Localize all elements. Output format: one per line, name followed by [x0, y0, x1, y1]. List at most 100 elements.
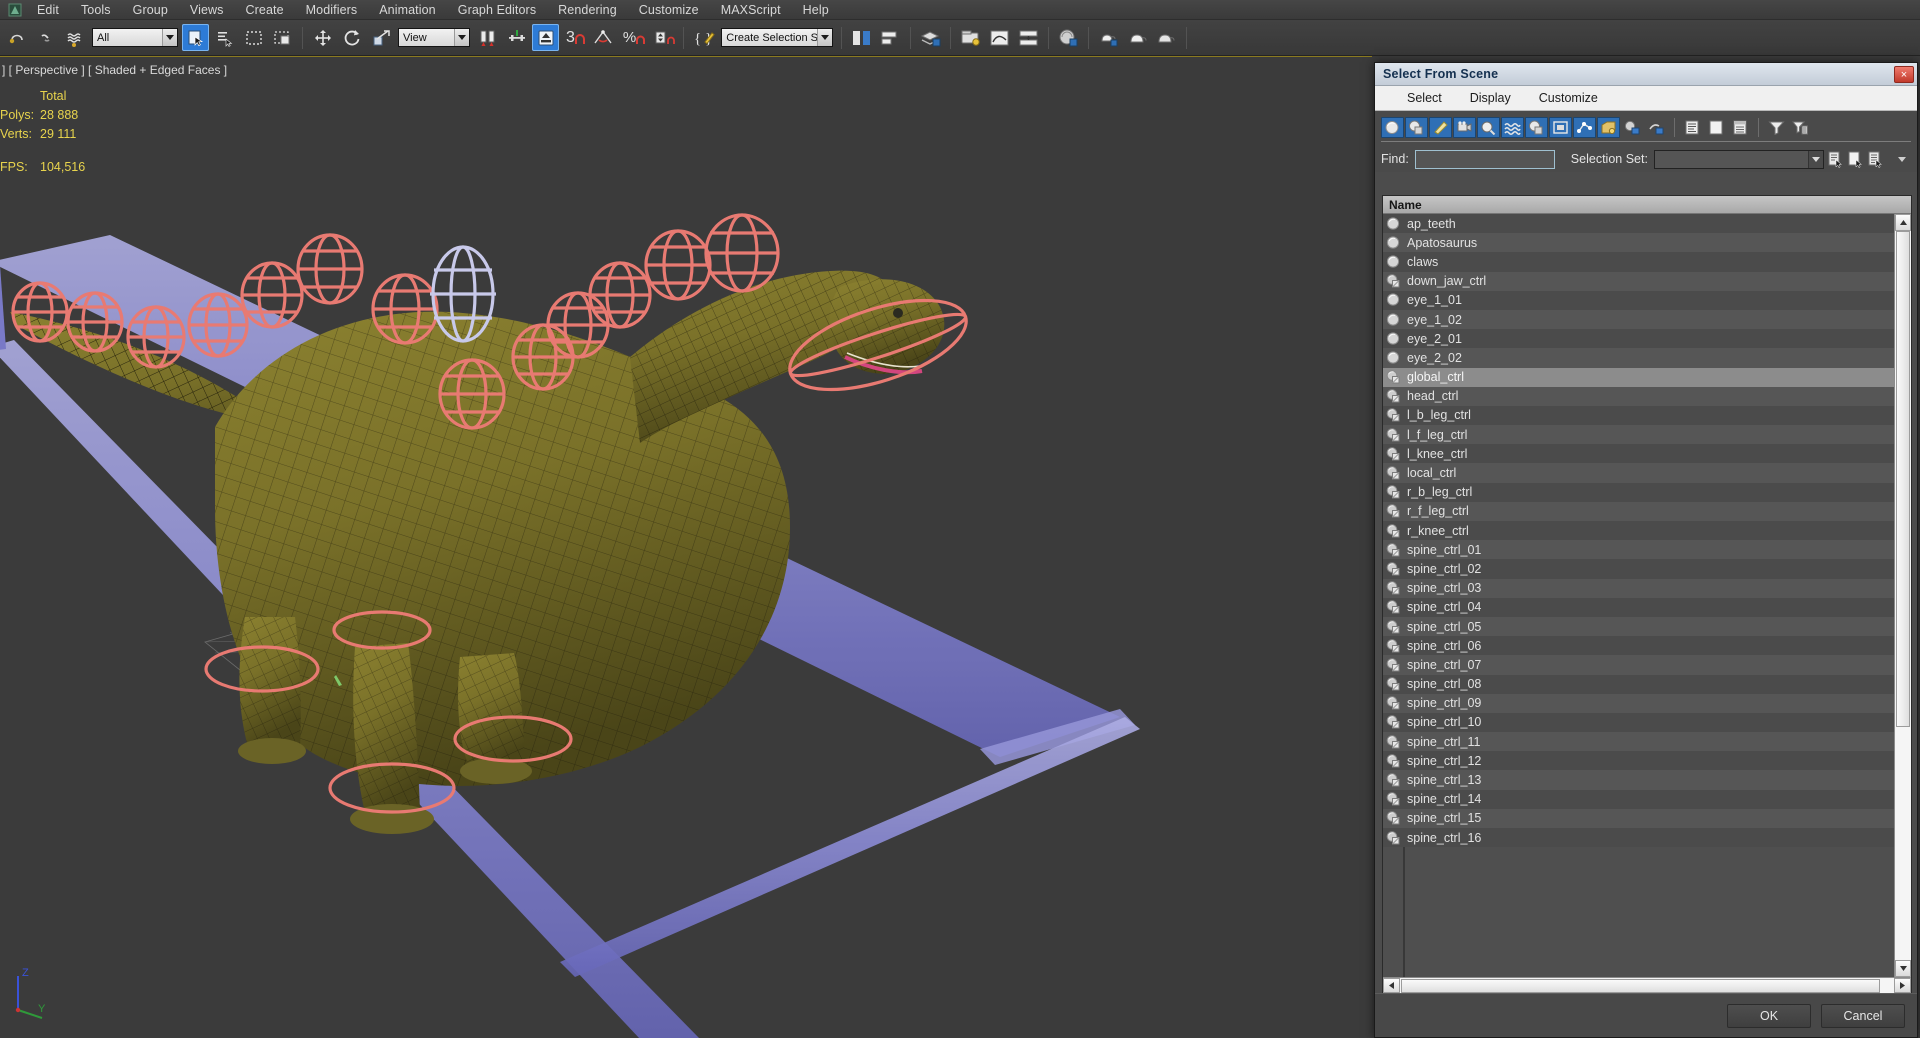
align-icon[interactable] [877, 24, 904, 51]
list-header[interactable]: Name [1383, 196, 1911, 214]
list-item[interactable]: eye_2_02 [1383, 348, 1894, 368]
menu-item[interactable]: Views [179, 0, 235, 20]
schematic-view-icon[interactable] [1015, 24, 1042, 51]
remove-selection-set-icon[interactable] [1847, 149, 1864, 170]
list-item[interactable]: head_ctrl [1383, 386, 1894, 406]
viewport-label[interactable]: ] [ Perspective ] [ Shaded + Edged Faces… [2, 63, 227, 77]
dialog-menu-item-display[interactable]: Display [1456, 91, 1525, 105]
scene-object-list[interactable]: Name ap_teeth Apatosaurus claws down_jaw_ct… [1382, 195, 1912, 995]
list-item[interactable]: down_jaw_ctrl [1383, 271, 1894, 291]
expand-all-icon[interactable] [1729, 117, 1752, 138]
list-item[interactable]: eye_1_01 [1383, 290, 1894, 310]
menu-item[interactable]: Edit [26, 0, 70, 20]
selection-filter-combo[interactable]: All [92, 28, 178, 47]
menu-item[interactable]: MAXScript [710, 0, 792, 20]
select-and-rotate-icon[interactable] [338, 24, 365, 51]
select-by-name-icon[interactable] [211, 24, 238, 51]
list-item[interactable]: spine_ctrl_09 [1383, 693, 1894, 713]
chevron-down-icon[interactable] [162, 29, 177, 46]
list-item[interactable]: spine_ctrl_14 [1383, 789, 1894, 809]
rectangular-selection-region-icon[interactable] [240, 24, 267, 51]
material-editor-icon[interactable] [1055, 24, 1082, 51]
select-and-move-icon[interactable] [309, 24, 336, 51]
select-and-scale-icon[interactable] [367, 24, 394, 51]
window-crossing-toggle-icon[interactable] [269, 24, 296, 51]
dialog-title-bar[interactable]: Select From Scene × [1375, 63, 1917, 86]
list-item[interactable]: spine_ctrl_05 [1383, 616, 1894, 637]
layer-manager-icon[interactable] [917, 24, 944, 51]
list-item[interactable]: l_knee_ctrl [1383, 444, 1894, 464]
use-selection-center-icon[interactable] [503, 24, 530, 51]
selection-set-combo[interactable] [1653, 149, 1824, 169]
named-selection-set-combo[interactable]: Create Selection Se [721, 28, 834, 47]
list-item[interactable]: spine_ctrl_10 [1383, 712, 1894, 733]
list-item[interactable]: spine_ctrl_02 [1383, 559, 1894, 579]
list-item[interactable]: spine_ctrl_04 [1383, 597, 1894, 617]
list-vertical-scrollbar[interactable] [1894, 214, 1911, 977]
find-input[interactable] [1414, 149, 1555, 169]
list-item[interactable]: r_b_leg_ctrl [1383, 482, 1894, 502]
toggle-scene-explorer-icon[interactable] [957, 24, 984, 51]
menu-item[interactable]: Modifiers [295, 0, 369, 20]
list-item[interactable]: eye_1_02 [1383, 309, 1894, 330]
spinner-snap-toggle-icon[interactable] [650, 24, 677, 51]
reference-coordinate-system-combo[interactable]: View [398, 28, 470, 47]
list-item[interactable]: l_f_leg_ctrl [1383, 425, 1894, 445]
vscroll-track[interactable] [1895, 231, 1911, 960]
select-and-link-icon[interactable] [32, 24, 59, 51]
hscroll-track[interactable] [1400, 978, 1894, 994]
curve-editor-icon[interactable] [986, 24, 1013, 51]
shapes-filter-icon[interactable] [1405, 116, 1428, 138]
space-warps-filter-icon[interactable] [1501, 116, 1524, 138]
percent-snap-toggle-icon[interactable] [633, 24, 648, 51]
snaps-toggle-icon[interactable] [572, 24, 588, 51]
helpers-filter-icon[interactable] [1477, 116, 1500, 138]
rendered-frame-window-icon[interactable] [1124, 24, 1151, 51]
list-item[interactable]: eye_2_01 [1383, 329, 1894, 349]
close-icon[interactable]: × [1894, 66, 1914, 83]
scroll-right-icon[interactable] [1894, 978, 1911, 993]
menu-item[interactable]: Group [122, 0, 179, 20]
list-item[interactable]: claws [1383, 252, 1894, 272]
cameras-filter-icon[interactable] [1453, 116, 1476, 138]
list-item[interactable]: spine_ctrl_16 [1383, 828, 1894, 848]
dialog-menu-item-customize[interactable]: Customize [1525, 91, 1612, 105]
add-selection-set-icon[interactable] [1827, 149, 1844, 170]
select-dependents-icon[interactable] [1645, 117, 1668, 138]
chevron-down-icon[interactable] [1807, 150, 1823, 168]
hscroll-thumb[interactable] [1401, 979, 1881, 993]
vscroll-thumb[interactable] [1896, 231, 1910, 727]
menu-item[interactable]: Tools [70, 0, 122, 20]
list-item[interactable]: spine_ctrl_06 [1383, 636, 1894, 656]
list-item[interactable]: spine_ctrl_13 [1383, 770, 1894, 790]
list-item[interactable]: r_knee_ctrl [1383, 521, 1894, 541]
edit-named-selection-sets-icon[interactable]: { } [690, 24, 717, 51]
menu-item[interactable]: Create [235, 0, 295, 20]
chevron-down-icon[interactable] [454, 29, 469, 46]
list-item[interactable]: spine_ctrl_03 [1383, 578, 1894, 598]
advanced-filter-icon[interactable] [1789, 117, 1812, 138]
mirror-icon[interactable] [848, 24, 875, 51]
menu-item[interactable]: Animation [368, 0, 447, 20]
list-item[interactable]: spine_ctrl_08 [1383, 674, 1894, 694]
chevron-down-icon[interactable] [817, 29, 833, 46]
undo-icon[interactable] [3, 24, 30, 51]
use-pivot-point-center-icon[interactable] [474, 24, 501, 51]
dialog-options-chevron-icon[interactable] [1894, 149, 1911, 170]
list-item[interactable]: ap_teeth [1383, 214, 1894, 234]
menu-item[interactable]: Help [792, 0, 840, 20]
filter-funnel-icon[interactable] [1765, 117, 1788, 138]
menu-item[interactable]: Graph Editors [447, 0, 547, 20]
list-item[interactable]: spine_ctrl_07 [1383, 655, 1894, 675]
use-transform-coordinate-center-icon[interactable] [532, 24, 559, 51]
render-production-icon[interactable] [1153, 24, 1180, 51]
angle-snap-toggle-icon[interactable] [590, 24, 617, 51]
perspective-viewport[interactable]: ] [ Perspective ] [ Shaded + Edged Faces… [0, 56, 1372, 1038]
select-influences-icon[interactable] [1621, 117, 1644, 138]
list-horizontal-scrollbar[interactable] [1383, 977, 1911, 994]
display-children-icon[interactable] [1681, 117, 1704, 138]
list-item[interactable]: l_b_leg_ctrl [1383, 405, 1894, 426]
list-item[interactable]: global_ctrl [1383, 367, 1894, 387]
bind-to-space-warp-icon[interactable] [61, 24, 88, 51]
dialog-menu-item-select[interactable]: Select [1393, 91, 1456, 105]
